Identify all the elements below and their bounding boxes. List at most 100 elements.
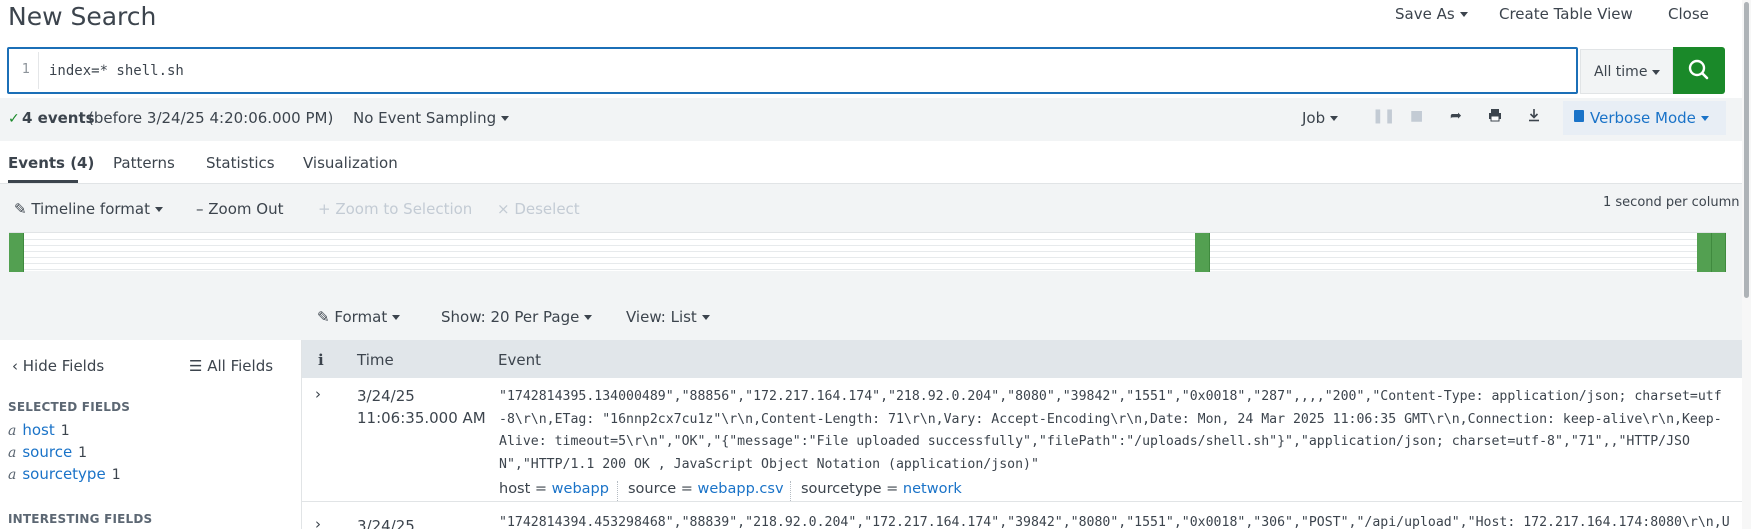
download-glyph: [1529, 109, 1539, 122]
field-type: a: [8, 467, 17, 483]
gridline: [9, 245, 1726, 246]
app-header: [0, 0, 1751, 48]
create-table-view-button[interactable]: Create Table View: [1499, 5, 1633, 23]
field-type: a: [8, 445, 17, 461]
event-sampling-menu[interactable]: No Event Sampling: [353, 109, 510, 127]
chevron-right-icon[interactable]: ›: [315, 385, 321, 403]
mode-icon: [1574, 110, 1584, 122]
event-raw: "1742814395.134000489","88856","172.217.…: [499, 389, 1722, 472]
close-button[interactable]: Close: [1668, 5, 1709, 23]
field-count: 1: [60, 423, 70, 439]
search-input[interactable]: [49, 61, 1549, 81]
chevron-right-icon[interactable]: ›: [315, 515, 321, 529]
tab-events[interactable]: Events (4): [8, 154, 94, 172]
search-mode-label[interactable]: Verbose Mode: [1590, 109, 1709, 127]
minus-icon: –: [196, 200, 204, 218]
pencil-icon: ✎: [14, 200, 27, 218]
hide-fields-button[interactable]: ‹ Hide Fields: [12, 357, 104, 375]
field-host[interactable]: a host 1: [8, 421, 70, 439]
field-source[interactable]: a source 1: [8, 443, 87, 461]
field-name[interactable]: host: [22, 421, 54, 439]
event-date: 3/24/25: [357, 387, 415, 405]
timeline-bar[interactable]: [1697, 233, 1712, 272]
gridline: [9, 251, 1726, 252]
timeline-scale: 1 second per column: [1603, 195, 1740, 210]
gridline: [9, 239, 1726, 240]
meta-value[interactable]: webapp.csv: [698, 481, 784, 497]
meta-divider: [790, 481, 791, 501]
results-toolbar: [0, 284, 1751, 340]
zoom-to-selection-button[interactable]: + Zoom to Selection: [318, 200, 472, 218]
chevron-left-icon: ‹: [12, 357, 18, 375]
timeline-bar[interactable]: [9, 233, 24, 272]
time-range-picker[interactable]: All time: [1580, 49, 1673, 94]
chevron-down-icon: [1330, 116, 1339, 121]
event-time-bound: (before 3/24/25 4:20:06.000 PM): [88, 109, 334, 127]
timeline-chart[interactable]: [9, 232, 1726, 272]
per-page-menu[interactable]: Show: 20 Per Page: [441, 308, 593, 326]
timeline-bar[interactable]: [1195, 233, 1210, 272]
field-count: 1: [111, 467, 121, 483]
view-menu[interactable]: View: List: [626, 308, 710, 326]
printer-glyph: [1489, 109, 1501, 122]
page-title: New Search: [8, 2, 157, 31]
field-type: a: [8, 423, 17, 439]
meta-host[interactable]: host = webapp: [499, 481, 609, 497]
chevron-down-icon: [501, 116, 510, 121]
event-date: 3/24/25: [357, 517, 415, 529]
line-number: 1: [21, 62, 31, 77]
chevron-down-icon: [1700, 116, 1709, 121]
search-bar[interactable]: 1: [7, 47, 1578, 94]
export-icon[interactable]: [1527, 108, 1541, 126]
event-time: 3/24/25 11:06:35.000 AM: [357, 385, 486, 429]
meta-sourcetype[interactable]: sourcetype = network: [801, 481, 962, 497]
info-column-header: i: [318, 351, 324, 369]
timeline-format-menu[interactable]: ✎ Timeline format: [14, 200, 163, 218]
interesting-fields-heading: INTERESTING FIELDS: [8, 512, 153, 526]
pause-icon[interactable]: ❚❚: [1372, 108, 1395, 124]
event-count: 4 events: [22, 109, 95, 127]
tab-patterns[interactable]: Patterns: [113, 154, 175, 172]
meta-value[interactable]: network: [903, 481, 962, 497]
list-icon: ☰: [189, 357, 203, 375]
save-as-menu[interactable]: Save As: [1395, 5, 1468, 23]
search-button[interactable]: [1673, 47, 1725, 94]
meta-divider: [617, 481, 618, 501]
meta-source[interactable]: source = webapp.csv: [628, 481, 784, 497]
active-tab-indicator: [8, 180, 78, 183]
chevron-down-icon: [584, 315, 593, 320]
gridline: [9, 263, 1726, 264]
time-column-header[interactable]: Time: [357, 351, 394, 369]
gridline: [9, 257, 1726, 258]
field-sourcetype[interactable]: a sourcetype 1: [8, 465, 121, 483]
stop-icon[interactable]: ■: [1410, 108, 1423, 124]
meta-value[interactable]: webapp: [552, 481, 609, 497]
chevron-down-icon: [701, 315, 710, 320]
chevron-down-icon: [392, 315, 401, 320]
format-menu[interactable]: ✎ Format: [317, 308, 401, 326]
tab-statistics[interactable]: Statistics: [206, 154, 275, 172]
scrollbar-thumb[interactable]: [1744, 2, 1749, 298]
field-name[interactable]: source: [22, 443, 72, 461]
field-count: 1: [78, 445, 88, 461]
line-divider: [38, 52, 39, 89]
event-raw: "1742814394.453298468","88839","218.92.0…: [499, 515, 1729, 529]
print-icon[interactable]: [1488, 108, 1502, 126]
gridline: [9, 269, 1726, 270]
deselect-button[interactable]: × Deselect: [497, 200, 580, 218]
zoom-out-button[interactable]: – Zoom Out: [196, 200, 284, 218]
tab-visualization[interactable]: Visualization: [303, 154, 398, 172]
all-fields-button[interactable]: ☰ All Fields: [189, 357, 273, 375]
share-icon[interactable]: ➦: [1450, 108, 1462, 124]
search-icon: [1688, 59, 1709, 80]
event-clock: 11:06:35.000 AM: [357, 409, 486, 427]
chevron-down-icon: [154, 207, 163, 212]
timeline-bar[interactable]: [1712, 233, 1726, 272]
event-column-header: Event: [498, 351, 541, 369]
chevron-down-icon: [1459, 12, 1468, 17]
job-menu[interactable]: Job: [1302, 109, 1339, 127]
chevron-down-icon: [1652, 69, 1661, 75]
selected-fields-heading: SELECTED FIELDS: [8, 400, 131, 414]
field-name[interactable]: sourcetype: [22, 465, 105, 483]
pencil-icon: ✎: [317, 308, 330, 326]
